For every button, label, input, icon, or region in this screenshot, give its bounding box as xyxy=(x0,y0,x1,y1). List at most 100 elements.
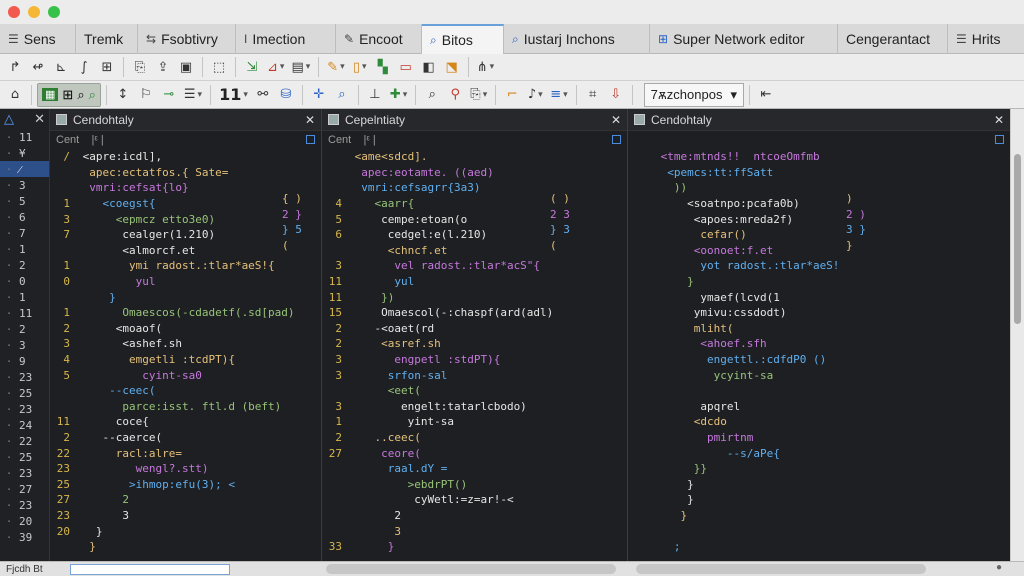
scrollbar-thumb[interactable] xyxy=(1014,154,1021,324)
code-line[interactable]: }} xyxy=(628,461,1010,477)
code-line[interactable]: <oonoet:f.et xyxy=(628,243,1010,259)
code-line[interactable]: 33 } xyxy=(322,539,627,555)
code-line[interactable]: 23 3 xyxy=(50,508,321,524)
dotted-select-icon[interactable]: ⬚ xyxy=(208,56,230,78)
zoom-in-icon[interactable]: ⌕ xyxy=(331,84,353,106)
stack-dropdown-icon[interactable]: ≡ xyxy=(547,84,570,106)
code-line[interactable]: apec:eotamte. ((aed) xyxy=(322,165,627,181)
triangle-icon[interactable]: △ xyxy=(4,111,14,127)
zoom-window-button[interactable] xyxy=(48,6,60,18)
tab-fsobtivry[interactable]: ⇆ Fsobtivry xyxy=(138,24,236,54)
gutter-row[interactable]: · 25 xyxy=(0,449,49,465)
window-icon[interactable]: ▭ xyxy=(395,56,417,78)
code-line[interactable]: yot radost.:tlar*aeS! xyxy=(628,258,1010,274)
code-line[interactable]: ymivu:cssdodt) xyxy=(628,305,1010,321)
code-line[interactable]: <dcdo xyxy=(628,414,1010,430)
code-line[interactable]: 3 srfon-sal xyxy=(322,367,627,383)
code-line[interactable]: ; xyxy=(628,539,1010,555)
code-line[interactable]: 3 <ashef.sh xyxy=(50,336,321,352)
code-line[interactable]: <soatnpo:pcafa0b) xyxy=(628,196,1010,212)
code-line[interactable]: 27 ceore( xyxy=(322,445,627,461)
color-blocks-icon[interactable]: ▚ xyxy=(372,56,394,78)
code-line[interactable]: <chncf.et xyxy=(322,243,627,259)
document-dropdown-icon[interactable]: ▯ xyxy=(349,56,371,78)
code-line[interactable]: raal.dY = xyxy=(322,461,627,477)
table-icon[interactable]: ⊞ xyxy=(62,87,73,103)
zoom-icon[interactable]: ⌕ xyxy=(77,87,84,103)
gutter-row[interactable]: · 2 xyxy=(0,257,49,273)
code-line[interactable]: apqrel xyxy=(628,399,1010,415)
copy-dropdown-icon[interactable]: ⎘ xyxy=(467,84,490,106)
tab-iustarj-inchons[interactable]: ⌕ Iustarj Inchons xyxy=(504,24,650,54)
code-line[interactable]: } xyxy=(628,508,1010,524)
grid-icon[interactable]: ▦ xyxy=(42,88,59,101)
code-line[interactable]: ymaef(lcvd(1 xyxy=(628,289,1010,305)
code-line[interactable]: } xyxy=(628,492,1010,508)
gutter-row[interactable]: · 3 xyxy=(0,337,49,353)
gutter-row[interactable]: · 0 xyxy=(0,273,49,289)
code-line[interactable]: 2 --caerce( xyxy=(50,430,321,446)
code-line[interactable]: 5 cyint-sa0 xyxy=(50,367,321,383)
database-icon[interactable]: ⛁ xyxy=(275,84,297,106)
code-line[interactable]: 2 <moaof( xyxy=(50,321,321,337)
code-line[interactable]: parce:isst. ftl.d (beft) xyxy=(50,399,321,415)
connector-icon[interactable]: ⊸ xyxy=(158,84,180,106)
square-icon[interactable] xyxy=(995,135,1004,144)
gutter-row[interactable]: · 23 xyxy=(0,401,49,417)
code-line[interactable]: 3 vel radost.:tlar*acS"{ xyxy=(322,258,627,274)
code-line[interactable]: 1 Omaescos(-cdadetf(.sd[pad) xyxy=(50,305,321,321)
code-line[interactable]: 15 Omaescol(-:chaspf(ard(adl) xyxy=(322,305,627,321)
code-line[interactable]: 2 ..ceec( xyxy=(322,430,627,446)
step-icon[interactable]: ⊾ xyxy=(50,56,72,78)
home-icon[interactable]: ⌂ xyxy=(4,84,26,106)
code-line[interactable]: mliht( xyxy=(628,321,1010,337)
gutter-row[interactable]: · 1 xyxy=(0,241,49,257)
code-line[interactable]: )) xyxy=(628,180,1010,196)
gutter-row[interactable]: · 22 xyxy=(0,433,49,449)
code-pane-1[interactable]: Cendohtaly ✕ Cent |ᵋ | / <apre:icdl], ap… xyxy=(50,109,322,561)
collapse-icon[interactable]: ⇤ xyxy=(755,84,777,106)
add-node-icon[interactable]: ✛ xyxy=(308,84,330,106)
square-icon[interactable] xyxy=(612,135,621,144)
tab-bitos[interactable]: ⌕ Bitos xyxy=(422,24,504,54)
status-input[interactable] xyxy=(70,563,230,575)
gutter-row[interactable]: · 23 xyxy=(0,465,49,481)
code-line[interactable]: 11 coce{ xyxy=(50,414,321,430)
code-line[interactable]: 5 cempe:etoan(o xyxy=(322,211,627,227)
code-line[interactable]: --s/aPe{ xyxy=(628,445,1010,461)
close-window-button[interactable] xyxy=(8,6,20,18)
code-line[interactable] xyxy=(628,523,1010,539)
gutter-row[interactable]: · 6 xyxy=(0,209,49,225)
code-line[interactable]: 3 engpetl :stdPT){ xyxy=(322,352,627,368)
code-line[interactable]: cyWetl:=z=ar!-< xyxy=(322,492,627,508)
corner-icon[interactable]: ⌐ xyxy=(501,84,523,106)
code-line[interactable]: <eet( xyxy=(322,383,627,399)
code-line[interactable]: 3 <epmcz etto3e0) xyxy=(50,211,321,227)
tab-imection[interactable]: I Imection xyxy=(236,24,336,54)
tab-encoot[interactable]: ✎ Encoot xyxy=(336,24,422,54)
code-line[interactable] xyxy=(628,383,1010,399)
tab-super-network-editor[interactable]: ⊞ Super Network editor xyxy=(650,24,838,54)
new-page-icon[interactable]: ⎘ xyxy=(129,56,151,78)
anchor-icon[interactable]: ⊥ xyxy=(364,84,386,106)
code-line[interactable]: 25 >ihmop:efu(3); < xyxy=(50,476,321,492)
code-line[interactable]: 2 <asref.sh xyxy=(322,336,627,352)
code-line[interactable]: } xyxy=(50,539,321,555)
horizontal-scrollbar-pane-2[interactable] xyxy=(326,564,616,574)
code-line[interactable]: 4 emgetli :tcdPT){ xyxy=(50,352,321,368)
tree-dropdown-icon[interactable]: ⋔ xyxy=(474,56,497,78)
code-line[interactable]: <ahoef.sfh xyxy=(628,336,1010,352)
close-icon[interactable]: ✕ xyxy=(994,113,1004,127)
link-icon[interactable]: ⚯ xyxy=(252,84,274,106)
code-line[interactable]: engettl.:cdfdP0 () xyxy=(628,352,1010,368)
code-line[interactable]: } xyxy=(628,476,1010,492)
code-line[interactable]: cefar() xyxy=(628,227,1010,243)
tab-hrits[interactable]: ☰ Hrits xyxy=(948,24,1024,54)
gutter-row[interactable]: · 3 xyxy=(0,177,49,193)
gutter-row[interactable]: · 24 xyxy=(0,417,49,433)
flag-icon[interactable]: ⚐ xyxy=(135,84,157,106)
code-line[interactable]: 11 }) xyxy=(322,289,627,305)
check-icon[interactable]: ⇲ xyxy=(241,56,263,78)
code-line[interactable]: 6 cedgel:e(l.210) xyxy=(322,227,627,243)
close-icon[interactable]: ✕ xyxy=(34,111,45,127)
